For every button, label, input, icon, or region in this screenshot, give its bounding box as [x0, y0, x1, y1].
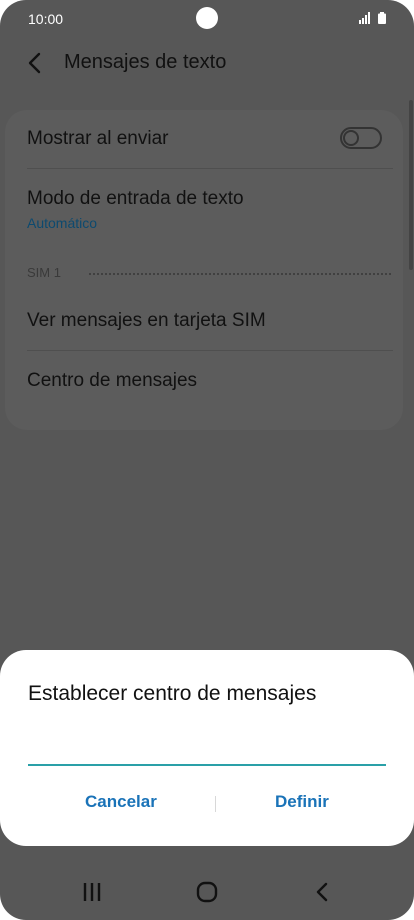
scrollbar[interactable] [409, 100, 413, 270]
setting-message-center-label: Centro de mensajes [27, 370, 198, 391]
recent-apps-icon[interactable] [78, 878, 106, 906]
setting-show-on-send-label: Mostrar al enviar [27, 128, 169, 149]
page-title: Mensajes de texto [64, 51, 227, 73]
battery-icon [378, 12, 386, 24]
toggle-knob [343, 130, 359, 146]
settings-card: Mostrar al enviar Modo de entrada de tex… [5, 110, 403, 430]
setting-view-sim-messages-label: Ver mensajes en tarjeta SIM [27, 310, 266, 331]
section-divider [89, 273, 391, 275]
setting-input-mode-label: Modo de entrada de texto [27, 188, 244, 209]
home-icon[interactable] [193, 878, 221, 906]
phone-screen: 10:00 Mensajes de texto Mostrar al envia… [0, 0, 414, 920]
sim-section-header: SIM 1 [27, 265, 61, 280]
cancel-button[interactable]: Cancelar [85, 788, 157, 816]
back-icon[interactable] [309, 878, 337, 906]
message-center-input[interactable] [28, 732, 386, 766]
status-time: 10:00 [28, 11, 64, 27]
divider [27, 168, 393, 169]
message-center-dialog: Establecer centro de mensajes Cancelar D… [0, 650, 414, 846]
divider [27, 350, 393, 351]
button-divider [215, 796, 216, 812]
back-arrow-icon[interactable] [20, 48, 50, 78]
dialog-title: Establecer centro de mensajes [28, 682, 317, 705]
define-button[interactable]: Definir [275, 788, 329, 816]
setting-input-mode-value: Automático [27, 215, 98, 231]
status-bar: 10:00 [0, 0, 414, 38]
signal-icon [359, 12, 370, 24]
show-on-send-toggle[interactable] [340, 127, 382, 149]
navigation-bar [0, 862, 414, 920]
camera-cutout [196, 7, 218, 29]
app-header: Mensajes de texto [0, 38, 414, 90]
